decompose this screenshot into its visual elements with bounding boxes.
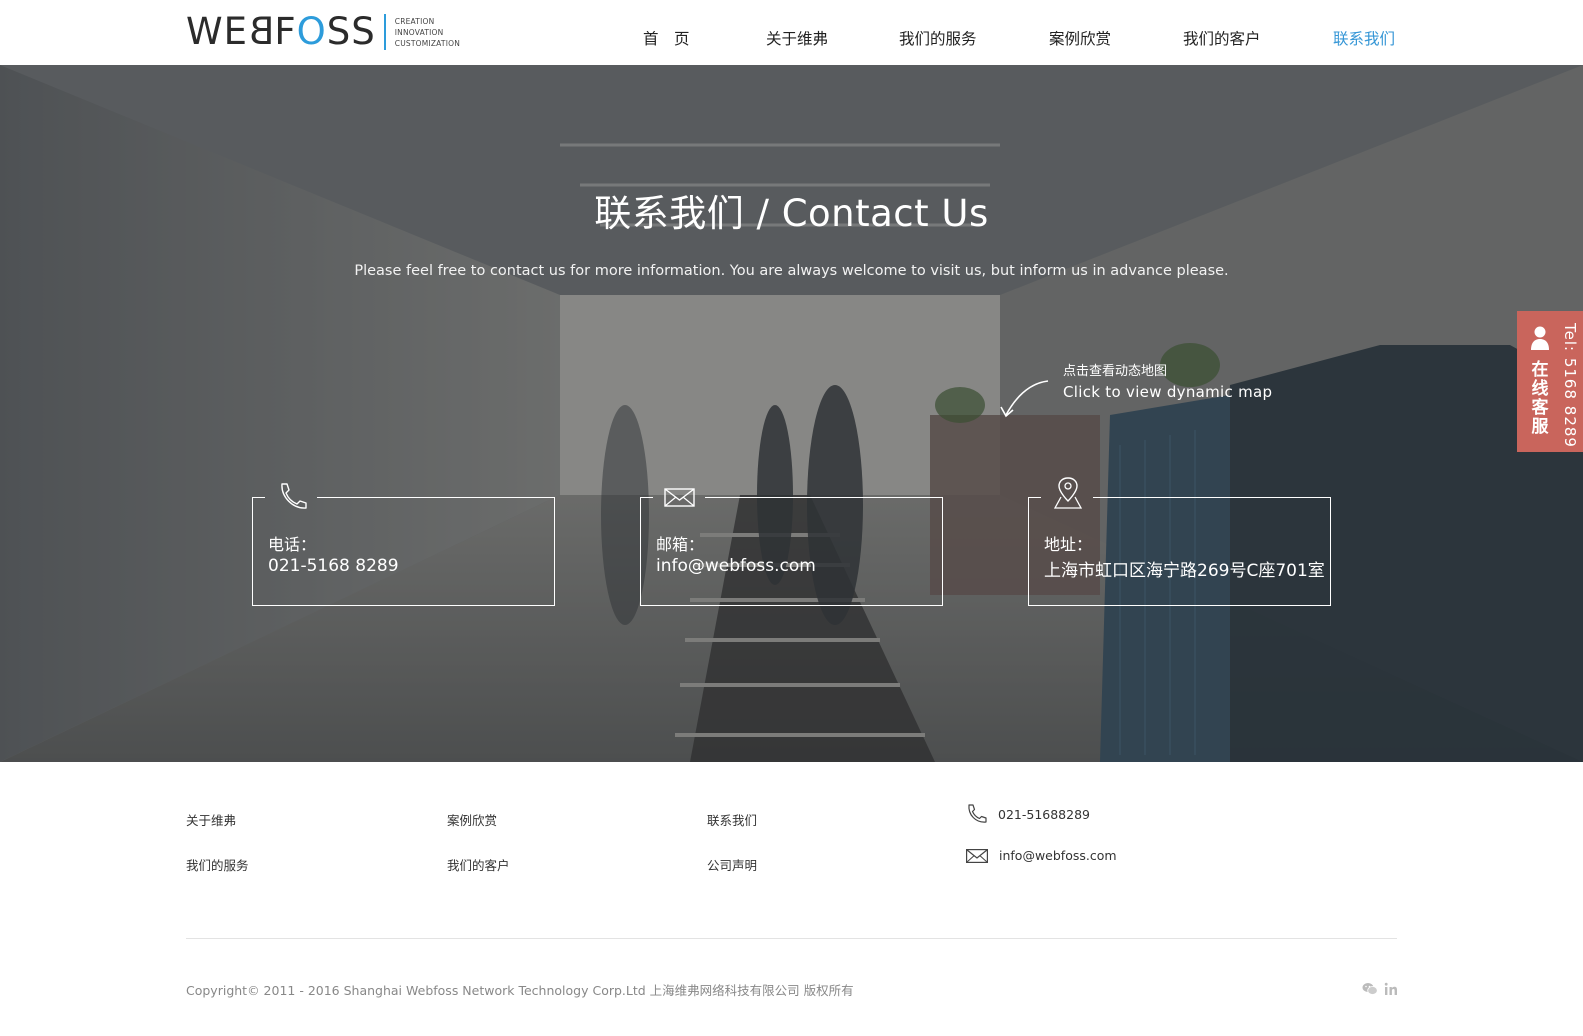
mail-icon — [966, 848, 988, 863]
linkedin-icon[interactable] — [1384, 982, 1398, 996]
footer-link-contact[interactable]: 联系我们 — [707, 810, 757, 829]
logo[interactable]: WEBFOSS CREATION INNOVATION CUSTOMIZATIO… — [186, 10, 461, 53]
copyright-text: Copyright© 2011 - 2016 Shanghai Webfoss … — [186, 983, 854, 998]
logo-tagline: CREATION INNOVATION CUSTOMIZATION — [394, 16, 461, 48]
map-hint-en: Click to view dynamic map — [1063, 383, 1273, 401]
logo-divider — [383, 14, 386, 50]
contact-hero: 联系我们 / Contact Us Please feel free to co… — [0, 65, 1583, 762]
site-header: WEBFOSS CREATION INNOVATION CUSTOMIZATIO… — [0, 0, 1583, 65]
phone-icon — [281, 483, 307, 509]
nav-contact[interactable]: 联系我们 — [1333, 27, 1395, 49]
footer-divider — [186, 938, 1397, 939]
logo-wordmark: WEBFOSS — [186, 10, 376, 53]
map-hint-cn: 点击查看动态地图 — [1063, 364, 1168, 379]
phone-label: 电话： — [268, 535, 317, 554]
footer-link-about[interactable]: 关于维弗 — [186, 810, 236, 829]
nav-clients[interactable]: 我们的客户 — [1183, 27, 1261, 49]
contact-card-phone: 电话： 021-5168 8289 — [252, 483, 555, 606]
footer-phone-value: 021-51688289 — [998, 806, 1090, 822]
footer-email-value[interactable]: info@webfoss.com — [999, 848, 1117, 863]
footer-link-clients[interactable]: 我们的客户 — [447, 855, 510, 874]
email-label: 邮箱： — [656, 535, 705, 554]
office-corridor-background — [0, 65, 1583, 762]
view-map-link[interactable]: 点击查看动态地图 Click to view dynamic map — [1063, 363, 1272, 403]
nav-services[interactable]: 我们的服务 — [899, 27, 977, 49]
page-subtitle: Please feel free to contact us for more … — [354, 263, 1229, 279]
contact-card-address: 地址： 上海市虹口区海宁路269号C座701室 — [1028, 477, 1331, 606]
footer-phone: 021-51688289 — [966, 804, 1090, 824]
location-pin-icon — [1053, 477, 1083, 509]
page-title: 联系我们 / Contact Us — [594, 192, 989, 235]
side-tab-tel: Tel: 5168 8289 — [1561, 323, 1579, 448]
address-label: 地址： — [1044, 535, 1093, 554]
nav-about[interactable]: 关于维弗 — [766, 27, 828, 49]
site-footer: 关于维弗 我们的服务 案例欣赏 我们的客户 联系我们 公司声明 021-5168… — [0, 762, 1583, 1036]
mail-icon — [664, 488, 695, 507]
user-icon — [1531, 326, 1549, 350]
footer-link-statement[interactable]: 公司声明 — [707, 855, 757, 874]
online-service-label: 在线客服 — [1531, 360, 1549, 437]
footer-link-services[interactable]: 我们的服务 — [186, 855, 249, 874]
contact-card-email: 邮箱： info@webfoss.com — [640, 488, 943, 606]
nav-home[interactable]: 首 页 — [643, 27, 690, 49]
wechat-icon[interactable] — [1362, 982, 1378, 996]
nav-cases[interactable]: 案例欣赏 — [1049, 27, 1111, 49]
phone-value: 021-5168 8289 — [268, 556, 399, 576]
footer-link-cases[interactable]: 案例欣赏 — [447, 810, 497, 829]
email-value[interactable]: info@webfoss.com — [656, 556, 816, 576]
phone-icon — [968, 804, 987, 823]
online-service-tab[interactable]: 在线客服 Tel: 5168 8289 — [1517, 311, 1583, 452]
footer-email: info@webfoss.com — [966, 848, 1117, 863]
address-value: 上海市虹口区海宁路269号C座701室 — [1044, 561, 1325, 581]
curved-arrow-icon — [1000, 380, 1049, 418]
